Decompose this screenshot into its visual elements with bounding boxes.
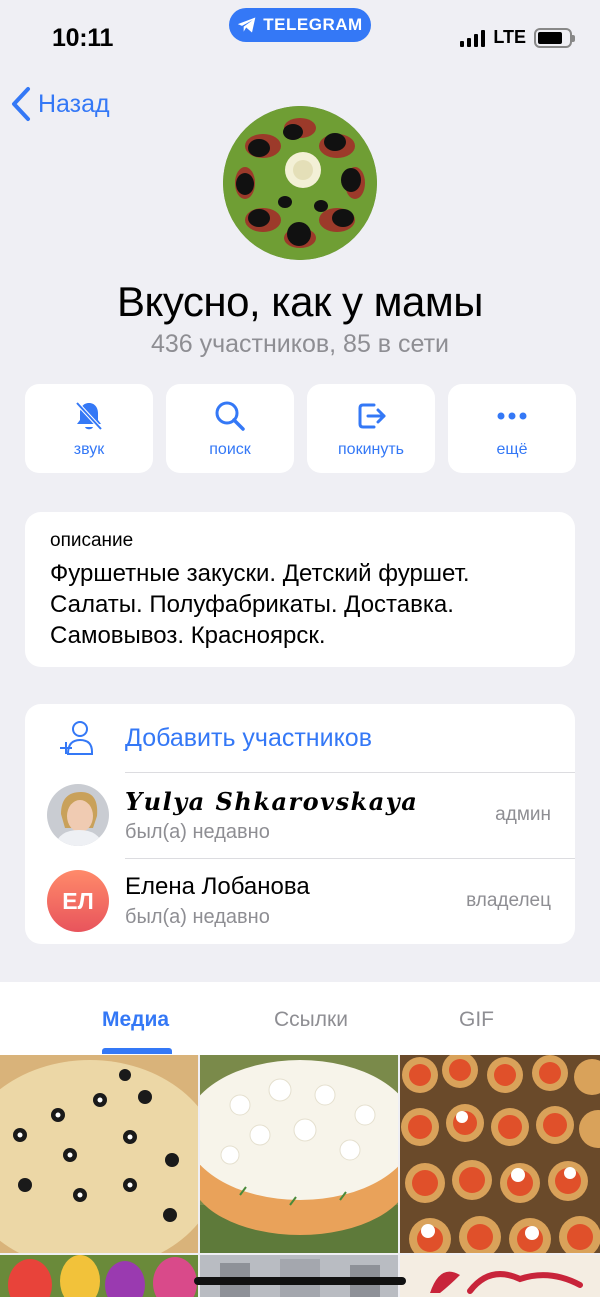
leave-label: покинуть (338, 440, 404, 458)
mute-label: звук (73, 440, 105, 458)
avatar-initials: ЕЛ (62, 887, 94, 914)
more-button[interactable]: ещё (448, 384, 576, 473)
member-status: был(а) недавно (125, 906, 270, 928)
leave-icon (358, 403, 386, 428)
member-row[interactable]: ЕЛ Елена Лобанова был(а) недавно владеле… (25, 858, 575, 944)
add-user-icon (60, 721, 93, 755)
home-indicator[interactable] (194, 1277, 406, 1285)
media-grid (0, 1055, 600, 1297)
tab-gif[interactable]: GIF (459, 1008, 494, 1032)
media-thumbnail[interactable] (0, 1055, 198, 1253)
bell-mute-icon (75, 401, 103, 430)
pill-label: TELEGRAM (263, 15, 363, 34)
active-tab-indicator (102, 1048, 172, 1054)
add-members-button[interactable]: Добавить участников (25, 704, 575, 772)
member-status: был(а) недавно (125, 820, 270, 843)
description-card: описание Фуршетные закуски. Детский фурш… (25, 512, 575, 667)
members-card: Добавить участников 𝒀𝒖𝒍𝒚𝒂 𝑺𝒉𝒌𝒂𝒓𝒐𝒗𝒔𝒌𝒂𝒚𝒂 б… (25, 704, 575, 944)
search-label: поиск (209, 440, 251, 458)
telegram-icon (238, 17, 256, 33)
media-thumbnail[interactable] (200, 1255, 398, 1297)
avatar: ЕЛ (47, 870, 109, 932)
avatar (47, 784, 109, 846)
signal-icon (460, 29, 486, 47)
media-thumbnail[interactable] (0, 1255, 198, 1297)
chevron-left-icon (12, 87, 30, 121)
member-name: Елена Лобанова (125, 873, 310, 900)
battery-icon (534, 27, 575, 48)
back-label: Назад (38, 89, 110, 118)
description-label: описание (50, 530, 134, 551)
group-title: Вкусно, как у мамы (117, 278, 483, 325)
mute-button[interactable]: звук (25, 384, 153, 473)
member-role: владелец (466, 890, 551, 911)
description-text: Фуршетные закуски. Детский фуршет. Салат… (50, 560, 470, 649)
member-role: админ (495, 804, 551, 825)
leave-button[interactable]: покинуть (307, 384, 435, 473)
media-thumbnail[interactable] (400, 1055, 600, 1253)
member-name: 𝒀𝒖𝒍𝒚𝒂 𝑺𝒉𝒌𝒂𝒓𝒐𝒗𝒔𝒌𝒂𝒚𝒂 (125, 786, 419, 816)
add-members-label: Добавить участников (125, 723, 372, 752)
group-avatar[interactable] (223, 106, 377, 260)
more-label: ещё (496, 440, 528, 458)
divider (125, 858, 575, 859)
media-tabs: Медиа Ссылки GIF (0, 982, 600, 1055)
back-button[interactable]: Назад (10, 86, 110, 122)
media-thumbnail[interactable] (400, 1255, 600, 1297)
member-row[interactable]: 𝒀𝒖𝒍𝒚𝒂 𝑺𝒉𝒌𝒂𝒓𝒐𝒗𝒔𝒌𝒂𝒚𝒂 был(а) недавно админ (25, 772, 575, 858)
divider (125, 772, 575, 773)
more-icon (497, 412, 527, 419)
status-time: 10:11 (52, 24, 114, 52)
action-bar: звук поиск покинуть ещё (25, 384, 576, 473)
network-type: LTE (493, 27, 526, 47)
tab-media[interactable]: Медиа (102, 1008, 169, 1032)
return-to-app-pill[interactable]: TELEGRAM (229, 8, 371, 42)
group-subtitle: 436 участников, 85 в сети (150, 330, 450, 358)
media-thumbnail[interactable] (200, 1055, 398, 1253)
tab-links[interactable]: Ссылки (274, 1008, 348, 1032)
search-button[interactable]: поиск (166, 384, 294, 473)
search-icon (215, 401, 245, 431)
